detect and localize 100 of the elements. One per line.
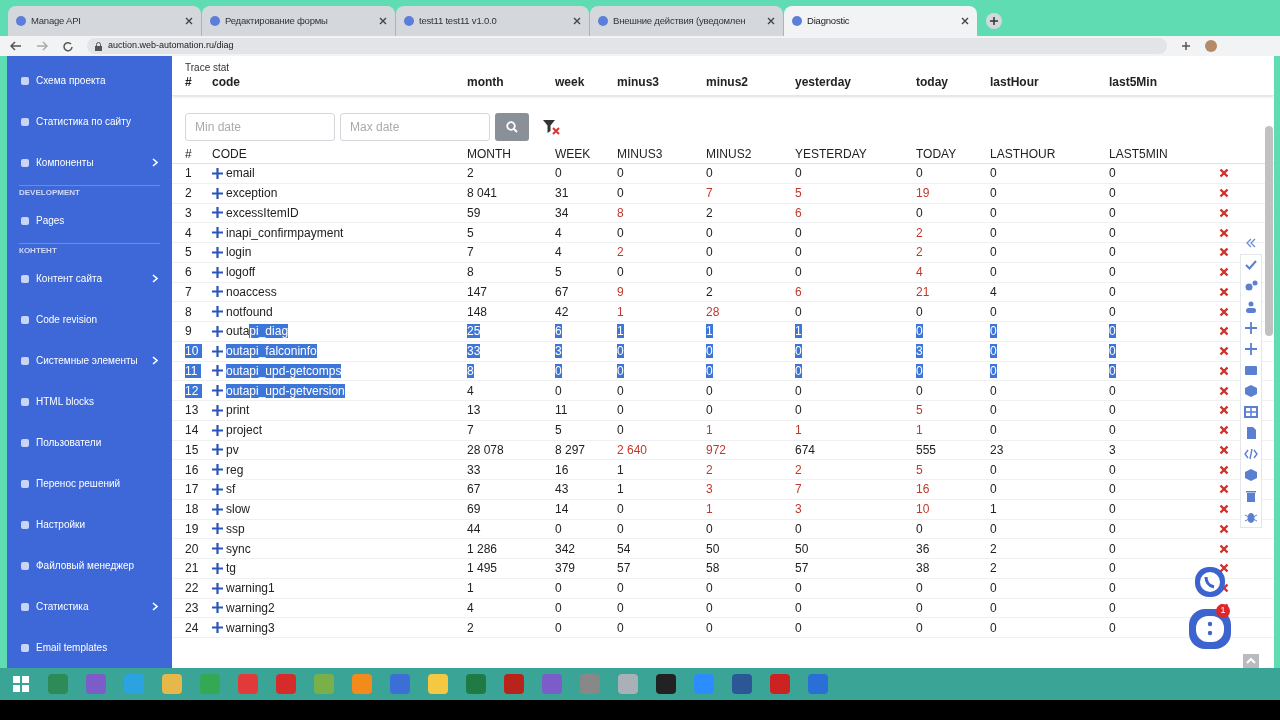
table-cell: 0 <box>1109 462 1116 477</box>
table-cell: 1 495 <box>467 561 498 576</box>
column-header: month <box>467 74 505 91</box>
table-cell: 5 <box>467 225 474 240</box>
table-cell: 2 <box>706 462 713 477</box>
table-cell: 5 <box>916 462 923 477</box>
table-cell: 0 <box>795 620 802 635</box>
table-cell: 2 <box>990 541 997 556</box>
table-cell: 148 <box>467 304 488 319</box>
table-cell: 555 <box>916 442 937 457</box>
table-cell: 0 <box>617 344 624 359</box>
table-cell: 0 <box>795 304 802 319</box>
column-header: week <box>555 74 586 91</box>
table-cell: 0 <box>706 403 713 418</box>
row-number: 13 <box>185 403 199 418</box>
table-cell: 1 <box>617 462 624 477</box>
table-cell: 33 <box>467 462 481 477</box>
table-cell: 23 <box>990 442 1004 457</box>
table-cell: 2 <box>795 462 802 477</box>
table-cell: 0 <box>916 383 923 398</box>
column-header: TODAY <box>916 145 958 163</box>
row-number: 18 <box>185 502 199 517</box>
table-cell: 58 <box>706 561 720 576</box>
table-cell: 0 <box>706 521 713 536</box>
row-number: 12 <box>185 383 203 398</box>
code-text: project <box>226 422 263 440</box>
row-number: 5 <box>185 245 192 260</box>
table-cell: 0 <box>706 344 713 359</box>
table-cell: 0 <box>1109 284 1116 299</box>
column-header: LASTHOUR <box>990 145 1057 163</box>
code-text: print <box>226 402 250 420</box>
table-cell: 1 <box>467 581 474 596</box>
table-cell: 8 <box>617 205 624 220</box>
table-cell: 2 640 <box>617 442 648 457</box>
table-cell: 0 <box>990 225 997 240</box>
column-header: yesterday <box>795 74 853 91</box>
code-text: warning3 <box>226 619 275 637</box>
table-cell: 44 <box>467 521 481 536</box>
row-number: 21 <box>185 561 199 576</box>
table-cell: 0 <box>617 521 624 536</box>
column-header: last5Min <box>1109 74 1158 91</box>
table-cell: 1 <box>706 502 713 517</box>
section-header: КОНТЕНТ <box>18 245 58 257</box>
table-cell: 21 <box>916 284 930 299</box>
table-cell: 0 <box>555 600 562 615</box>
column-header: CODE <box>212 145 248 163</box>
table-cell: 0 <box>1109 502 1116 517</box>
table-cell: 7 <box>795 482 802 497</box>
table-cell: 1 <box>617 482 624 497</box>
table-cell: 0 <box>1109 245 1116 260</box>
code-text: outapi_falconinfo <box>226 343 317 361</box>
table-cell: 67 <box>467 482 481 497</box>
table-cell: 0 <box>617 600 624 615</box>
table-cell: 147 <box>467 284 488 299</box>
table-cell: 0 <box>916 620 923 635</box>
column-header: YESTERDAY <box>795 145 868 163</box>
table-cell: 0 <box>1109 541 1116 556</box>
table-cell: 0 <box>1109 581 1116 596</box>
table-cell: 0 <box>990 403 997 418</box>
table-cell: 3 <box>706 482 713 497</box>
code-text: logoff <box>226 264 256 282</box>
table-cell: 0 <box>990 245 997 260</box>
table-cell: 0 <box>555 581 562 596</box>
table-cell: 0 <box>1109 225 1116 240</box>
row-number: 2 <box>185 186 192 201</box>
column-header: today <box>916 74 949 91</box>
table-cell: 379 <box>555 561 576 576</box>
table-cell: 16 <box>916 482 930 497</box>
table-cell: 0 <box>990 581 997 596</box>
table-title: Trace stat <box>185 61 231 73</box>
table-cell: 4 <box>555 225 562 240</box>
table-cell: 0 <box>990 383 997 398</box>
row-number: 3 <box>185 205 192 220</box>
table-cell: 0 <box>990 186 997 201</box>
table-cell: 0 <box>1109 344 1116 359</box>
table-cell: 0 <box>1109 521 1116 536</box>
table-cell: 0 <box>706 363 713 378</box>
code-text: sf <box>226 481 236 499</box>
table-cell: 3 <box>555 344 562 359</box>
row-number: 8 <box>185 304 192 319</box>
table-cell: 0 <box>555 383 562 398</box>
column-header: lastHour <box>990 74 1040 91</box>
table-cell: 7 <box>467 245 474 260</box>
tab-title: Diagnostic <box>807 13 851 28</box>
table-cell: 0 <box>1109 205 1116 220</box>
table-cell: 5 <box>795 186 802 201</box>
code-text: reg <box>226 461 244 479</box>
table-cell: 0 <box>555 521 562 536</box>
table-cell: 6 <box>795 205 802 220</box>
table-cell: 342 <box>555 541 576 556</box>
row-number: 1 <box>185 166 192 181</box>
table-cell: 1 <box>795 423 802 438</box>
code-text: slow <box>226 501 250 519</box>
table-cell: 7 <box>467 423 474 438</box>
table-cell: 0 <box>795 265 802 280</box>
table-cell: 4 <box>555 245 562 260</box>
table-cell: 0 <box>1109 304 1116 319</box>
table-cell: 0 <box>706 620 713 635</box>
table-cell: 57 <box>795 561 809 576</box>
code-text: ssp <box>226 520 245 538</box>
